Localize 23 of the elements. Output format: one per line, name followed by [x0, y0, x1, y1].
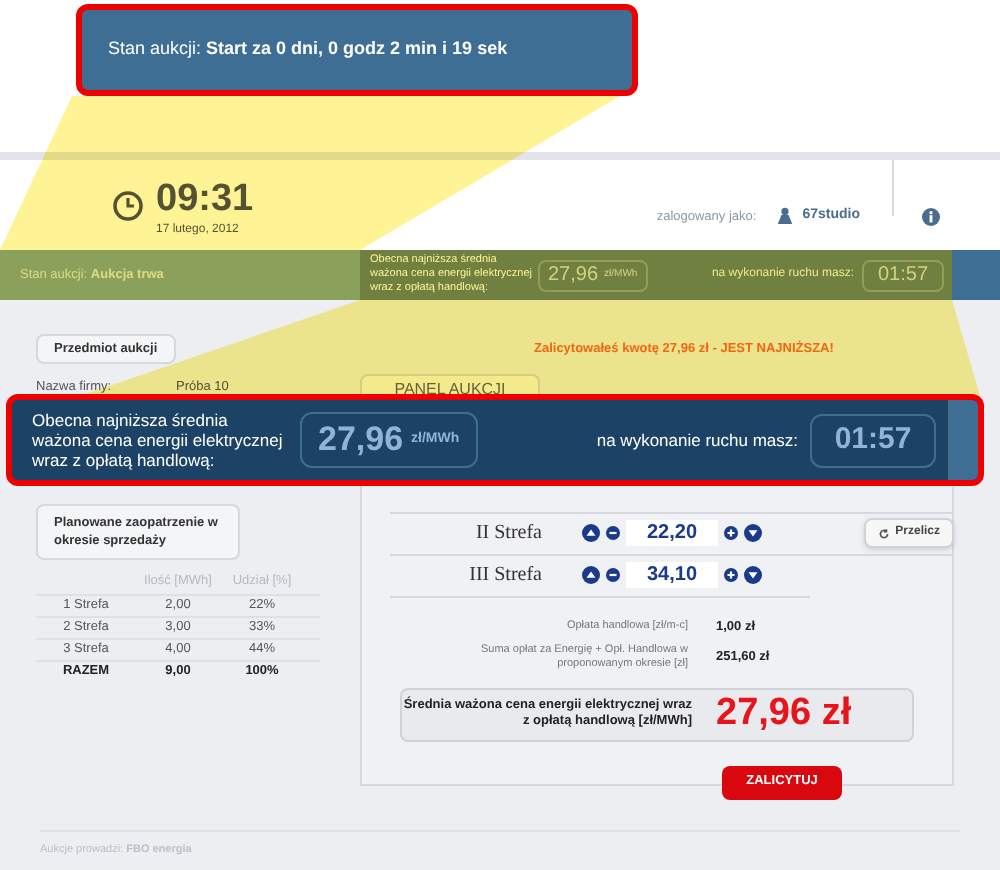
- plus-circle-icon[interactable]: [724, 526, 738, 541]
- down-circle-icon[interactable]: [744, 566, 762, 585]
- callout-edge-strip: [948, 400, 978, 480]
- status-bar-segment: [952, 250, 1000, 300]
- minus-circle-icon[interactable]: [606, 526, 620, 541]
- refresh-icon: [877, 527, 890, 540]
- minus-circle-icon[interactable]: [606, 568, 620, 583]
- zone-name: III Strefa: [467, 562, 542, 591]
- zone-name: II Strefa: [473, 520, 542, 549]
- result-price: 27,96 zł: [716, 689, 852, 738]
- user-icon: [776, 206, 795, 224]
- plus-circle-icon[interactable]: [724, 568, 738, 583]
- down-circle-icon[interactable]: [744, 524, 762, 543]
- callout-timer-display: 01:57: [810, 413, 936, 467]
- callout-price-description: Obecna najniższa średnia ważona cena energii elektrycznej wraz z opłatą handlową:: [32, 410, 285, 470]
- callout-timer-label: na wykonanie ruchu masz:: [596, 427, 798, 453]
- callout-status-text: Stan aukcji: Start za 0 dni, 0 godz 2 min i 19 sek: [108, 36, 508, 63]
- up-circle-icon[interactable]: [582, 524, 600, 543]
- up-circle-icon[interactable]: [582, 566, 600, 585]
- price-input[interactable]: 22,20: [626, 520, 718, 547]
- info-icon[interactable]: [922, 208, 940, 226]
- clock-time: 09:31: [156, 179, 254, 217]
- price-input[interactable]: 34,10: [626, 562, 718, 589]
